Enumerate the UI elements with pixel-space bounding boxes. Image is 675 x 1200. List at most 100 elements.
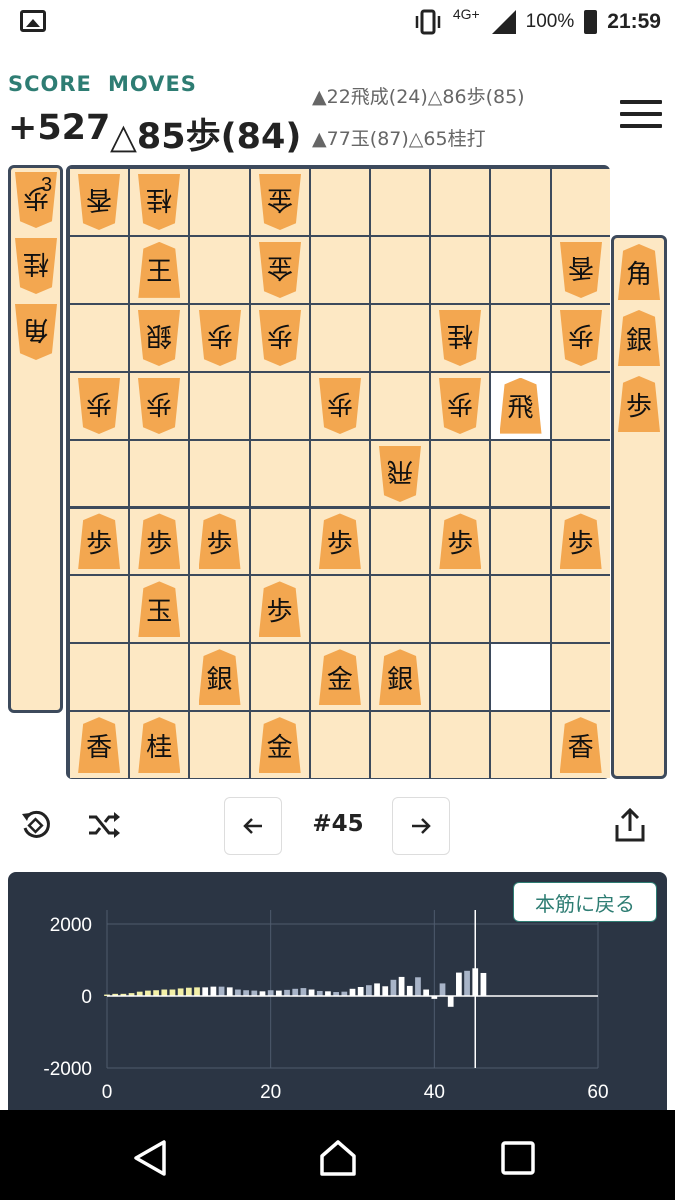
captured-piece-gote[interactable]: 角: [15, 304, 57, 360]
board-square[interactable]: [551, 169, 610, 235]
shogi-piece-sente[interactable]: 金: [318, 649, 361, 706]
board-square[interactable]: [371, 372, 430, 439]
board-square[interactable]: [70, 236, 129, 303]
captured-piece-sente[interactable]: 歩: [618, 376, 660, 432]
shogi-piece-gote[interactable]: 香: [560, 242, 602, 298]
board-square[interactable]: [310, 236, 369, 303]
board-square[interactable]: [431, 236, 490, 303]
board-square[interactable]: [491, 644, 550, 711]
next-move-button[interactable]: [392, 797, 450, 855]
back-icon[interactable]: [130, 1138, 170, 1178]
shogi-piece-gote[interactable]: 歩: [439, 378, 481, 434]
board-square[interactable]: [371, 712, 430, 779]
board-square[interactable]: [190, 169, 249, 235]
back-to-main-line-button[interactable]: 本筋に戻る: [513, 882, 657, 922]
shogi-board[interactable]: 香桂金王金香銀歩歩桂歩歩歩歩歩飛飛歩歩歩歩歩歩玉歩銀金銀香桂金香: [66, 165, 610, 779]
shogi-piece-gote[interactable]: 銀: [138, 310, 180, 366]
rotate-board-icon[interactable]: [18, 807, 54, 843]
board-square[interactable]: [431, 712, 490, 779]
board-square[interactable]: [70, 304, 129, 371]
board-square[interactable]: [371, 576, 430, 643]
shogi-piece-gote[interactable]: 金: [259, 174, 301, 230]
shogi-piece-sente[interactable]: 香: [78, 717, 121, 774]
shogi-piece-gote[interactable]: 飛: [379, 446, 421, 502]
shogi-piece-gote[interactable]: 歩: [259, 310, 301, 366]
board-square[interactable]: [250, 372, 309, 439]
shogi-piece-sente[interactable]: 歩: [258, 581, 301, 638]
board-square[interactable]: [371, 508, 430, 575]
shogi-piece-gote[interactable]: 金: [259, 242, 301, 298]
board-square[interactable]: [70, 576, 129, 643]
board-square[interactable]: [551, 440, 610, 507]
board-square[interactable]: [491, 508, 550, 575]
board-square[interactable]: [310, 304, 369, 371]
chart-bar: [145, 990, 151, 996]
shogi-piece-sente[interactable]: 歩: [439, 513, 482, 570]
board-square[interactable]: [70, 644, 129, 711]
board-square[interactable]: [371, 304, 430, 371]
board-square[interactable]: [431, 644, 490, 711]
board-square[interactable]: [70, 440, 129, 507]
shogi-piece-gote[interactable]: 桂: [138, 174, 180, 230]
board-square[interactable]: [491, 304, 550, 371]
shogi-piece-sente[interactable]: 金: [258, 717, 301, 774]
captured-piece-sente[interactable]: 銀: [618, 310, 660, 366]
board-square[interactable]: [130, 440, 189, 507]
shogi-piece-gote[interactable]: 香: [78, 174, 120, 230]
shogi-piece-gote[interactable]: 歩: [319, 378, 361, 434]
board-square[interactable]: [491, 440, 550, 507]
shogi-piece-sente[interactable]: 歩: [138, 513, 181, 570]
shogi-piece-sente[interactable]: 飛: [499, 377, 542, 434]
shogi-piece-gote[interactable]: 桂: [439, 310, 481, 366]
chart-bar: [169, 989, 176, 996]
home-icon[interactable]: [318, 1138, 358, 1178]
board-square[interactable]: [491, 576, 550, 643]
shogi-piece-sente[interactable]: 桂: [138, 717, 181, 774]
board-square[interactable]: [190, 576, 249, 643]
captured-piece-sente[interactable]: 角: [618, 244, 660, 300]
recents-icon[interactable]: [498, 1138, 538, 1178]
board-square[interactable]: [491, 169, 550, 235]
shogi-piece-sente[interactable]: 王: [138, 241, 181, 298]
shogi-piece-gote[interactable]: 歩: [199, 310, 241, 366]
board-square[interactable]: [130, 644, 189, 711]
board-square[interactable]: [310, 576, 369, 643]
board-square[interactable]: [371, 169, 430, 235]
shogi-piece-sente[interactable]: 歩: [198, 513, 241, 570]
share-icon[interactable]: [612, 807, 648, 843]
board-square[interactable]: [190, 440, 249, 507]
board-square[interactable]: [551, 644, 610, 711]
board-square[interactable]: [551, 576, 610, 643]
board-square[interactable]: [250, 508, 309, 575]
prev-move-button[interactable]: [224, 797, 282, 855]
shogi-piece-sente[interactable]: 玉: [138, 581, 181, 638]
board-square[interactable]: [250, 440, 309, 507]
board-square[interactable]: [190, 372, 249, 439]
shogi-piece-gote[interactable]: 歩: [138, 378, 180, 434]
shogi-piece-sente[interactable]: 歩: [78, 513, 121, 570]
board-square[interactable]: [310, 440, 369, 507]
board-square[interactable]: [491, 236, 550, 303]
board-square[interactable]: [190, 712, 249, 779]
board-square[interactable]: [310, 169, 369, 235]
board-square[interactable]: [431, 576, 490, 643]
shogi-piece-sente[interactable]: 銀: [198, 649, 241, 706]
board-square[interactable]: [431, 440, 490, 507]
board-square[interactable]: [310, 712, 369, 779]
shuffle-icon[interactable]: [86, 807, 122, 843]
shogi-piece-sente[interactable]: 香: [559, 717, 602, 774]
shogi-piece-sente[interactable]: 銀: [379, 649, 422, 706]
hamburger-menu-icon[interactable]: [620, 100, 662, 130]
shogi-piece-gote[interactable]: 歩: [560, 310, 602, 366]
board-square[interactable]: [371, 236, 430, 303]
captured-piece-gote[interactable]: 桂: [15, 238, 57, 294]
shogi-piece-sente[interactable]: 歩: [559, 513, 602, 570]
board-square[interactable]: [190, 236, 249, 303]
board-square[interactable]: [491, 712, 550, 779]
android-navigation-bar: [0, 1110, 675, 1200]
board-square[interactable]: [431, 169, 490, 235]
shogi-piece-gote[interactable]: 歩: [78, 378, 120, 434]
board-square[interactable]: [551, 372, 610, 439]
shogi-piece-sente[interactable]: 歩: [318, 513, 361, 570]
board-square[interactable]: [250, 644, 309, 711]
